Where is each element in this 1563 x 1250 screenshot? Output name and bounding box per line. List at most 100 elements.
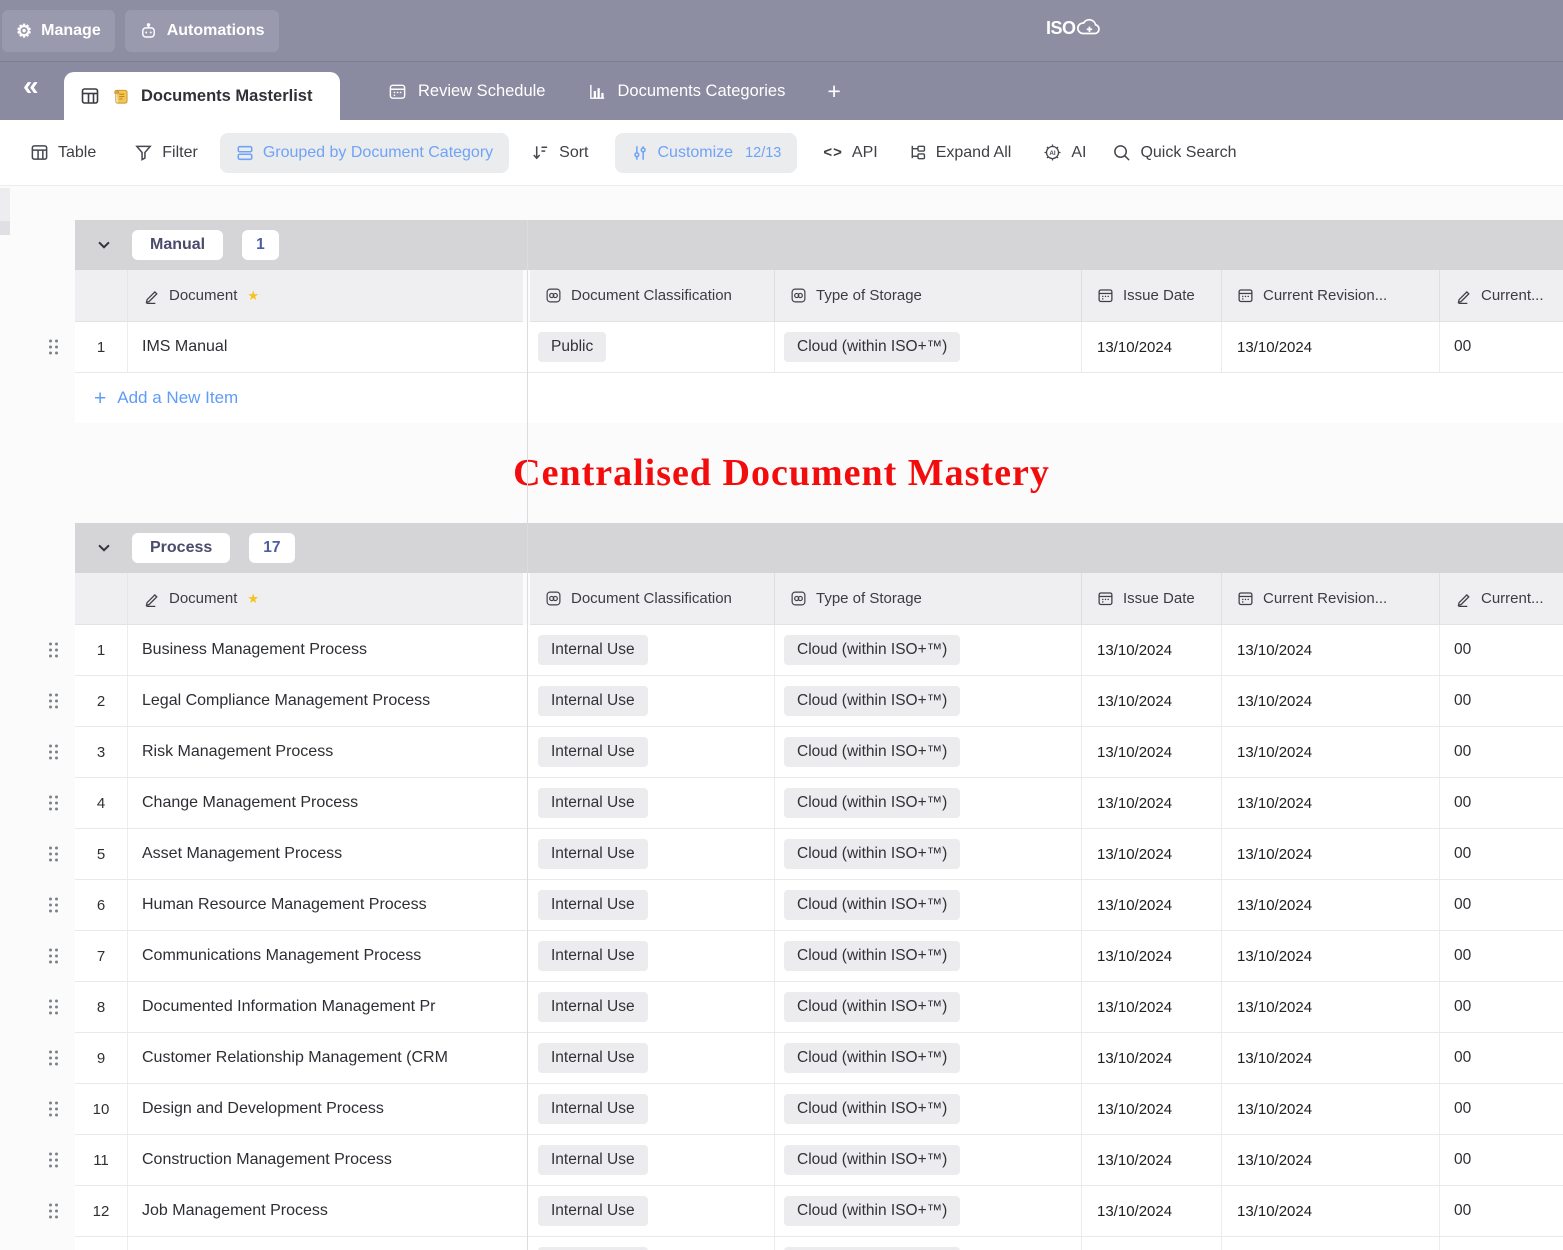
collapse-sidebar-button[interactable]: « bbox=[23, 72, 39, 100]
row-number[interactable]: 6 bbox=[75, 880, 128, 930]
column-header-issue-date[interactable]: Issue Date bbox=[1082, 270, 1222, 322]
row-number[interactable]: 5 bbox=[75, 829, 128, 879]
quick-search-button[interactable]: Quick Search bbox=[1112, 143, 1236, 162]
column-header-current[interactable]: Current... bbox=[1440, 573, 1563, 625]
row-drag-handle[interactable] bbox=[49, 340, 58, 355]
column-header-current[interactable]: Current... bbox=[1440, 270, 1563, 322]
classification-cell[interactable]: Internal Use bbox=[530, 1237, 775, 1250]
current-revision-cell[interactable]: 13/10/2024 bbox=[1222, 1033, 1440, 1083]
issue-date-cell[interactable]: 13/10/2024 bbox=[1082, 931, 1222, 981]
classification-cell[interactable]: Internal Use bbox=[530, 778, 775, 828]
column-header-storage[interactable]: Type of Storage bbox=[775, 573, 1082, 625]
current-cell[interactable]: 00 bbox=[1440, 1033, 1563, 1083]
classification-pill[interactable]: Internal Use bbox=[538, 890, 648, 920]
current-cell[interactable]: 00 bbox=[1440, 880, 1563, 930]
document-cell[interactable]: Communications Management Process bbox=[128, 931, 523, 981]
issue-date-cell[interactable]: 13/10/2024 bbox=[1082, 880, 1222, 930]
classification-pill[interactable]: Internal Use bbox=[538, 1043, 648, 1073]
issue-date-cell[interactable]: 13/10/2024 bbox=[1082, 727, 1222, 777]
row-drag-handle[interactable] bbox=[49, 1153, 58, 1168]
current-cell[interactable]: 00 bbox=[1440, 829, 1563, 879]
current-revision-cell[interactable] bbox=[1222, 1237, 1440, 1250]
row-number[interactable]: 8 bbox=[75, 982, 128, 1032]
classification-cell[interactable]: Internal Use bbox=[530, 1084, 775, 1134]
issue-date-cell[interactable]: 13/10/2024 bbox=[1082, 625, 1222, 675]
classification-pill[interactable]: Internal Use bbox=[538, 941, 648, 971]
storage-cell[interactable]: Cloud (within ISO+™) bbox=[775, 1033, 1082, 1083]
storage-cell[interactable]: Cloud (within ISO+™) bbox=[775, 1135, 1082, 1185]
classification-pill[interactable]: Internal Use bbox=[538, 992, 648, 1022]
classification-cell[interactable]: Internal Use bbox=[530, 1135, 775, 1185]
chevron-down-icon[interactable] bbox=[95, 539, 113, 557]
storage-cell[interactable]: Cloud (within ISO+™) bbox=[775, 727, 1082, 777]
current-cell[interactable]: 00 bbox=[1440, 322, 1563, 372]
issue-date-cell[interactable]: 13/10/2024 bbox=[1082, 982, 1222, 1032]
classification-cell[interactable]: Internal Use bbox=[530, 1186, 775, 1236]
row-drag-handle[interactable] bbox=[49, 796, 58, 811]
issue-date-cell[interactable]: 13/10/2024 bbox=[1082, 1084, 1222, 1134]
current-cell[interactable]: 00 bbox=[1440, 625, 1563, 675]
document-cell[interactable]: Human Resource Management Process bbox=[128, 880, 523, 930]
classification-cell[interactable]: Internal Use bbox=[530, 931, 775, 981]
tab-documents-masterlist[interactable]: Documents Masterlist bbox=[64, 72, 340, 120]
storage-cell[interactable]: Cloud (within ISO+™) bbox=[775, 322, 1082, 372]
classification-cell[interactable]: Internal Use bbox=[530, 1033, 775, 1083]
storage-pill[interactable]: Cloud (within ISO+™) bbox=[784, 839, 960, 869]
storage-pill[interactable]: Cloud (within ISO+™) bbox=[784, 890, 960, 920]
document-cell[interactable]: Risk Management Process bbox=[128, 727, 523, 777]
document-cell[interactable]: Job Management Process bbox=[128, 1186, 523, 1236]
classification-cell[interactable]: Internal Use bbox=[530, 829, 775, 879]
storage-cell[interactable]: Cloud (within ISO+™) bbox=[775, 1186, 1082, 1236]
classification-pill[interactable]: Internal Use bbox=[538, 635, 648, 665]
tab-review-schedule[interactable]: Review Schedule bbox=[388, 82, 546, 101]
document-cell[interactable]: Construction Management Process bbox=[128, 1135, 523, 1185]
current-cell[interactable]: 00 bbox=[1440, 982, 1563, 1032]
document-cell[interactable]: Legal Compliance Management Process bbox=[128, 676, 523, 726]
issue-date-cell[interactable]: 13/10/2024 bbox=[1082, 676, 1222, 726]
current-revision-cell[interactable]: 13/10/2024 bbox=[1222, 1135, 1440, 1185]
current-cell[interactable]: 00 bbox=[1440, 1186, 1563, 1236]
row-number[interactable] bbox=[75, 1237, 128, 1250]
document-cell[interactable]: Customer Relationship Management (CRM bbox=[128, 1033, 523, 1083]
storage-cell[interactable]: Cloud (within ISO+™) bbox=[775, 931, 1082, 981]
classification-cell[interactable]: Public bbox=[530, 322, 775, 372]
document-cell[interactable]: Change Management Process bbox=[128, 778, 523, 828]
column-header-current-revision[interactable]: Current Revision... bbox=[1222, 270, 1440, 322]
row-drag-handle[interactable] bbox=[49, 745, 58, 760]
classification-pill[interactable]: Internal Use bbox=[538, 839, 648, 869]
expand-all-button[interactable]: Expand All bbox=[908, 143, 1012, 162]
add-tab-button[interactable]: + bbox=[827, 80, 840, 103]
storage-pill[interactable]: Cloud (within ISO+™) bbox=[784, 1043, 960, 1073]
storage-pill[interactable]: Cloud (within ISO+™) bbox=[784, 1145, 960, 1175]
storage-pill[interactable]: Cloud (within ISO+™) bbox=[784, 737, 960, 767]
customize-button[interactable]: Customize 12/13 bbox=[615, 133, 798, 173]
row-number[interactable]: 9 bbox=[75, 1033, 128, 1083]
classification-pill[interactable]: Internal Use bbox=[538, 737, 648, 767]
current-cell[interactable]: 00 bbox=[1440, 778, 1563, 828]
classification-cell[interactable]: Internal Use bbox=[530, 982, 775, 1032]
row-drag-handle[interactable] bbox=[49, 1000, 58, 1015]
classification-pill[interactable]: Internal Use bbox=[538, 686, 648, 716]
row-drag-handle[interactable] bbox=[49, 1204, 58, 1219]
current-revision-cell[interactable]: 13/10/2024 bbox=[1222, 829, 1440, 879]
storage-cell[interactable]: Cloud (within ISO+™) bbox=[775, 676, 1082, 726]
current-revision-cell[interactable]: 13/10/2024 bbox=[1222, 727, 1440, 777]
row-number[interactable]: 1 bbox=[75, 322, 128, 372]
row-drag-handle[interactable] bbox=[49, 1102, 58, 1117]
issue-date-cell[interactable]: 13/10/2024 bbox=[1082, 1033, 1222, 1083]
ai-button[interactable]: AI AI bbox=[1043, 143, 1086, 162]
add-new-item-button[interactable]: + Add a New Item bbox=[75, 373, 1563, 423]
manage-button[interactable]: ⚙ Manage bbox=[2, 10, 115, 52]
storage-pill[interactable]: Cloud (within ISO+™) bbox=[784, 332, 960, 362]
current-revision-cell[interactable]: 13/10/2024 bbox=[1222, 931, 1440, 981]
column-header-classification[interactable]: Document Classification bbox=[530, 270, 775, 322]
storage-cell[interactable]: Cloud (within ISO+™) bbox=[775, 829, 1082, 879]
current-revision-cell[interactable]: 13/10/2024 bbox=[1222, 1186, 1440, 1236]
current-cell[interactable] bbox=[1440, 1237, 1563, 1250]
current-revision-cell[interactable]: 13/10/2024 bbox=[1222, 676, 1440, 726]
current-revision-cell[interactable]: 13/10/2024 bbox=[1222, 778, 1440, 828]
classification-pill[interactable]: Public bbox=[538, 332, 606, 362]
grouped-by-button[interactable]: Grouped by Document Category bbox=[220, 133, 509, 173]
document-cell[interactable] bbox=[128, 1237, 523, 1250]
classification-pill[interactable]: Internal Use bbox=[538, 1145, 648, 1175]
